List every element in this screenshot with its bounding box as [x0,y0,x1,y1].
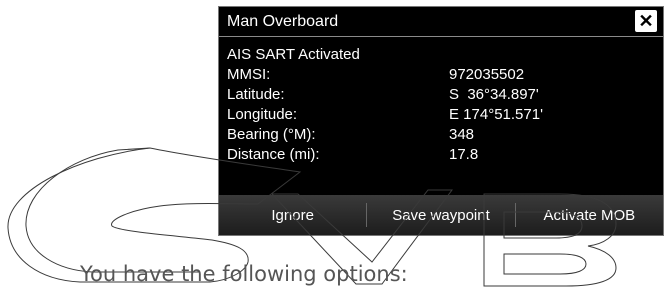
bearing-label: Bearing (°M): [227,126,316,143]
longitude-label: Longitude: [227,106,298,123]
activate-mob-button[interactable]: Activate MOB [516,207,663,224]
mmsi-row: MMSI: 972035502 [227,65,647,85]
mmsi-value: 972035502 [449,66,525,83]
dialog-title-bar: Man Overboard ✕ [219,7,663,37]
save-waypoint-button[interactable]: Save waypoint [367,207,514,224]
options-intro-text: You have the following options: [80,262,408,286]
distance-row: Distance (mi): 17.8 [227,145,647,165]
close-icon: ✕ [638,11,654,31]
alert-heading-text: AIS SART Activated [227,46,360,63]
close-button[interactable]: ✕ [635,10,657,32]
dialog-button-bar: Ignore Save waypoint Activate MOB [219,195,663,235]
longitude-row: Longitude: E 174°51.571' [227,105,647,125]
latitude-value: S 36°34.897' [449,86,539,103]
distance-value: 17.8 [449,146,479,163]
ignore-button[interactable]: Ignore [219,207,366,224]
longitude-value: E 174°51.571' [449,106,543,123]
latitude-row: Latitude: S 36°34.897' [227,85,647,105]
man-overboard-dialog: Man Overboard ✕ AIS SART Activated MMSI:… [218,6,664,236]
dialog-body: AIS SART Activated MMSI: 972035502 Latit… [227,45,647,165]
mmsi-label: MMSI: [227,66,271,83]
latitude-label: Latitude: [227,86,285,103]
alert-heading: AIS SART Activated [227,45,647,65]
bearing-row: Bearing (°M): 348 [227,125,647,145]
bearing-value: 348 [449,126,475,143]
dialog-title: Man Overboard [227,12,339,30]
distance-label: Distance (mi): [227,146,320,163]
